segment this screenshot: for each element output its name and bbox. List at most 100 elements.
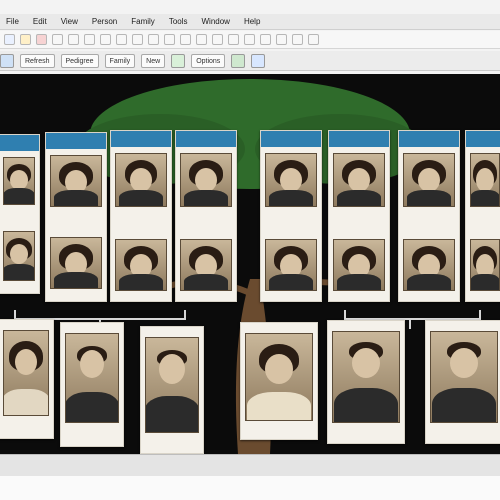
menu-help[interactable]: Help [244, 14, 260, 29]
portrait-photo [333, 239, 385, 291]
portrait-body [269, 274, 313, 290]
paste-icon[interactable] [100, 34, 111, 45]
portrait-body [184, 274, 228, 290]
map-icon[interactable] [228, 34, 239, 45]
person-card-header [466, 131, 500, 147]
person-card[interactable] [60, 322, 124, 447]
main-toolbar [0, 31, 500, 49]
portrait-photo [115, 239, 167, 291]
copy-icon[interactable] [84, 34, 95, 45]
person-card-header [399, 131, 459, 147]
portrait-body [247, 392, 311, 420]
menu-window[interactable]: Window [202, 14, 230, 29]
person-card[interactable] [465, 130, 500, 302]
person-card[interactable] [0, 134, 40, 294]
media-icon[interactable] [244, 34, 255, 45]
person-card[interactable] [398, 130, 460, 302]
person-card[interactable] [110, 130, 172, 302]
new-icon[interactable] [4, 34, 15, 45]
portrait-body [146, 396, 198, 432]
menu-family[interactable]: Family [131, 14, 155, 29]
portrait-body [119, 274, 163, 290]
new-button[interactable]: New [141, 53, 166, 68]
menu-edit[interactable]: Edit [33, 14, 47, 29]
portrait-body [269, 190, 313, 206]
portrait-body [407, 274, 451, 290]
person-card[interactable] [260, 130, 322, 302]
portrait-body [119, 190, 163, 206]
cut-icon[interactable] [68, 34, 79, 45]
person-card[interactable] [240, 322, 318, 440]
portrait-photo [50, 237, 102, 289]
portrait-photo [430, 331, 498, 423]
image-icon[interactable] [231, 53, 246, 68]
portrait-body [334, 388, 398, 422]
undo-icon[interactable] [116, 34, 127, 45]
person-card[interactable] [45, 132, 107, 302]
portrait-photo [470, 239, 500, 291]
portrait-photo [265, 239, 317, 291]
search-icon[interactable] [148, 34, 159, 45]
family-button[interactable]: Family [104, 53, 136, 68]
portrait-face [130, 168, 152, 192]
person-card-header [111, 131, 171, 147]
portrait-face [450, 348, 478, 378]
person-card[interactable] [175, 130, 237, 302]
pedigree-button[interactable]: Pedigree [60, 53, 99, 68]
menu-tools[interactable]: Tools [169, 14, 188, 29]
portrait-body [432, 388, 496, 422]
portrait-face [195, 168, 217, 192]
person-card-header [176, 131, 236, 147]
portrait-body [471, 190, 499, 206]
globe-icon[interactable] [251, 53, 266, 68]
help-icon[interactable] [308, 34, 319, 45]
tree-icon[interactable] [171, 53, 186, 68]
portrait-photo [115, 153, 167, 207]
person-card[interactable] [140, 326, 204, 454]
save-icon[interactable] [36, 34, 47, 45]
portrait-photo [470, 153, 500, 207]
print-icon[interactable] [52, 34, 63, 45]
view-toolbar: Refresh Pedigree Family New Options [0, 51, 500, 71]
portrait-photo [3, 330, 49, 416]
person-card-header [46, 133, 106, 149]
person-card[interactable] [0, 319, 54, 439]
portrait-face [10, 170, 28, 190]
tasks-icon[interactable] [276, 34, 287, 45]
settings-icon[interactable] [292, 34, 303, 45]
portrait-photo [403, 153, 455, 207]
chart-icon[interactable] [196, 34, 207, 45]
options-button[interactable]: Options [191, 53, 226, 68]
portrait-face [352, 348, 380, 378]
tree-canvas [0, 74, 500, 454]
menu-file[interactable]: File [6, 14, 19, 29]
person-card[interactable] [327, 320, 405, 444]
portrait-face [10, 244, 28, 264]
menu-person[interactable]: Person [92, 14, 117, 29]
portrait-face [348, 168, 370, 192]
family-icon[interactable] [180, 34, 191, 45]
portrait-face [15, 349, 37, 375]
home-icon[interactable] [0, 53, 14, 68]
portrait-face [265, 354, 293, 384]
person-card[interactable] [425, 320, 500, 444]
app-window: File Edit View Person Family Tools Windo… [0, 0, 500, 500]
portrait-body [4, 389, 48, 415]
open-icon[interactable] [20, 34, 31, 45]
person-icon[interactable] [164, 34, 175, 45]
portrait-photo [3, 231, 35, 281]
person-card[interactable] [328, 130, 390, 302]
menu-view[interactable]: View [61, 14, 78, 29]
report-icon[interactable] [212, 34, 223, 45]
portrait-body [4, 188, 34, 204]
portrait-photo [332, 331, 400, 423]
window-bottom [0, 476, 500, 500]
redo-icon[interactable] [132, 34, 143, 45]
portrait-body [471, 274, 499, 290]
person-card-header [0, 135, 39, 151]
portrait-face [159, 354, 185, 384]
person-card-header [329, 131, 389, 147]
portrait-body [66, 392, 118, 422]
refresh-button[interactable]: Refresh [20, 53, 55, 68]
source-icon[interactable] [260, 34, 271, 45]
